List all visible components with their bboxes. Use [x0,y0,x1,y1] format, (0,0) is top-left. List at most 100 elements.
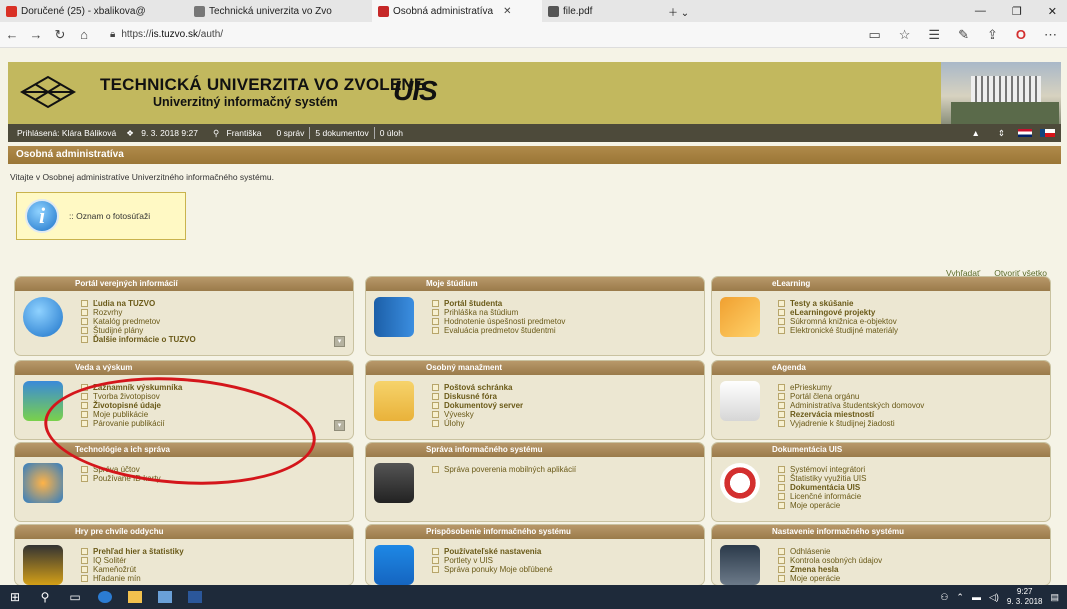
portlet-link[interactable]: Ľudia na TUZVO [81,299,196,308]
portlet-title[interactable]: Nastavenie informačného systému [712,525,1050,539]
portlet-link[interactable]: Kontrola osobných údajov [778,556,882,565]
notice-box[interactable]: i :: Oznam o fotosúťaži [16,192,186,240]
portlet-link[interactable]: Správa poverenia mobilných aplikácií [432,465,576,474]
portlet-title[interactable]: Prispôsobenie informačného systému [366,525,704,539]
person-icon[interactable]: ⚇ [940,592,948,603]
portlet-link[interactable]: Moje operácie [778,574,882,583]
portlet-title[interactable]: Osobný manažment [366,361,704,375]
portlet-link[interactable]: Vyjadrenie k študijnej žiadosti [778,419,924,428]
portlet-link[interactable]: ePrieskumy [778,383,924,392]
portlet-link[interactable]: Portlety v UIS [432,556,553,565]
portlet-link[interactable]: Správa účtov [81,465,161,474]
portlet-link[interactable]: Vývesky [432,410,523,419]
notice-link[interactable]: :: Oznam o fotosúťaži [69,211,150,221]
portlet-title[interactable]: eLearning [712,277,1050,291]
chevron-up-icon[interactable]: ⌃ [956,592,964,603]
tab-file-pdf[interactable]: file.pdf [542,0,662,22]
portlet-link[interactable]: Dokumentácia UIS [778,483,866,492]
portlet-title[interactable]: Technológie a ich správa [15,443,353,457]
restore-icon[interactable]: ❐ [1012,5,1022,18]
tab-university[interactable]: Technická univerzita vo Zvo [188,0,372,22]
volume-icon[interactable]: ◁) [989,592,999,603]
word-icon[interactable] [180,585,210,609]
portlet-link[interactable]: Katalóg predmetov [81,317,196,326]
portlet-link[interactable]: Používané ID karty [81,474,161,483]
portlet-link[interactable]: Portál člena orgánu [778,392,924,401]
portlet-link[interactable]: Úlohy [432,419,523,428]
edge-icon[interactable] [90,585,120,609]
tab-osobna-administrativa[interactable]: Osobná administratíva ✕ [372,0,542,22]
url-field[interactable]: 🔒︎ https://is.tuzvo.sk/auth/ [110,29,223,40]
portlet-link[interactable]: Rezervácia miestností [778,410,924,419]
portlet-link[interactable]: Zmena hesla [778,565,882,574]
portlet-link[interactable]: Moje publikácie [81,410,182,419]
portlet-link[interactable]: Prihláška na štúdium [432,308,565,317]
start-icon[interactable]: ⊞ [0,585,30,609]
portlet-link[interactable]: Záznamník výskumníka [81,383,182,392]
english-flag-icon[interactable] [1018,129,1032,137]
new-tab-button[interactable]: ＋ ⌄ [662,0,695,22]
portlet-link[interactable]: Štatistiky využitia UIS [778,474,866,483]
network-icon[interactable]: ▬ [972,592,981,602]
tab-mail[interactable]: Doručené (25) - xbalikova@ [0,0,188,22]
sort-icon[interactable]: ⇕ [993,128,1010,139]
more-icon[interactable]: ⋯ [1044,27,1057,43]
portlet-link[interactable]: Študijné plány [81,326,196,335]
portlet-link[interactable]: Životopisné údaje [81,401,182,410]
clock[interactable]: 9:27 9. 3. 2018 [1007,587,1043,607]
portlet-title[interactable]: Moje štúdium [366,277,704,291]
close-window-icon[interactable]: ✕ [1048,5,1057,18]
notifications-icon[interactable]: ▤ [1050,592,1059,603]
portlet-link[interactable]: Diskusné fóra [432,392,523,401]
portlet-link[interactable]: Prehľad hier a štatistiky [81,547,184,556]
reading-view-icon[interactable]: ▭ [868,27,880,43]
portlet-title[interactable]: Portál verejných informácií [15,277,353,291]
portlet-link[interactable]: Licenčné informácie [778,492,866,501]
store-icon[interactable] [150,585,180,609]
portlet-link[interactable]: Tvorba životopisov [81,392,182,401]
share-icon[interactable]: ⇪ [987,27,998,43]
pen-icon[interactable]: ✎ [958,27,969,43]
portlet-link[interactable]: Dokumentový server [432,401,523,410]
search-icon[interactable]: ⚲ [30,585,60,609]
portlet-link[interactable]: Kameňožrút [81,565,184,574]
tasks-link[interactable]: 0 úloh [375,128,408,138]
portlet-title[interactable]: eAgenda [712,361,1050,375]
portlet-link[interactable]: Odhlásenie [778,547,882,556]
czech-flag-icon[interactable] [1040,129,1055,137]
portlet-title[interactable]: Veda a výskum [15,361,353,375]
portlet-title[interactable]: Správa informačného systému [366,443,704,457]
portlet-link[interactable]: Elektronické študijné materiály [778,326,898,335]
favorite-star-icon[interactable]: ☆ [899,27,911,43]
favorites-hub-icon[interactable]: ☰ [928,27,940,43]
portlet-link[interactable]: eLearningové projekty [778,308,898,317]
close-tab-icon[interactable]: ✕ [503,6,511,17]
portlet-link[interactable]: Súkromná knižnica e-objektov [778,317,898,326]
opera-icon[interactable]: O [1016,27,1026,43]
portlet-link[interactable]: Systémoví integrátori [778,465,866,474]
expand-icon[interactable]: ▾ [334,420,345,431]
file-explorer-icon[interactable] [120,585,150,609]
portlet-link[interactable]: Testy a skúšanie [778,299,898,308]
portlet-link[interactable]: Poštová schránka [432,383,523,392]
forward-icon[interactable]: → [24,27,48,42]
portlet-link[interactable]: Hodnotenie úspešnosti predmetov [432,317,565,326]
task-view-icon[interactable]: ▭ [60,585,90,609]
portlet-title[interactable]: Dokumentácia UIS [712,443,1050,457]
back-icon[interactable]: ← [0,27,24,42]
portlet-link[interactable]: Rozvrhy [81,308,196,317]
portlet-link[interactable]: Hľadanie mín [81,574,184,583]
home-icon[interactable]: ⌂ [72,27,96,42]
portlet-link[interactable]: Ďalšie informácie o TUZVO [81,335,196,344]
documents-link[interactable]: 5 dokumentov [310,128,373,138]
portlet-link[interactable]: Používateľské nastavenia [432,547,553,556]
portlet-link[interactable]: Portál študenta [432,299,565,308]
portlet-link[interactable]: IQ Solitér [81,556,184,565]
minimize-icon[interactable]: — [975,5,986,18]
refresh-icon[interactable]: ↻ [48,27,72,43]
portlet-title[interactable]: Hry pre chvíle oddychu [15,525,353,539]
expand-icon[interactable]: ▾ [334,336,345,347]
portlet-link[interactable]: Správa ponuky Moje obľúbené [432,565,553,574]
portlet-link[interactable]: Moje operácie [778,501,866,510]
messages-link[interactable]: 0 správ [272,128,310,138]
